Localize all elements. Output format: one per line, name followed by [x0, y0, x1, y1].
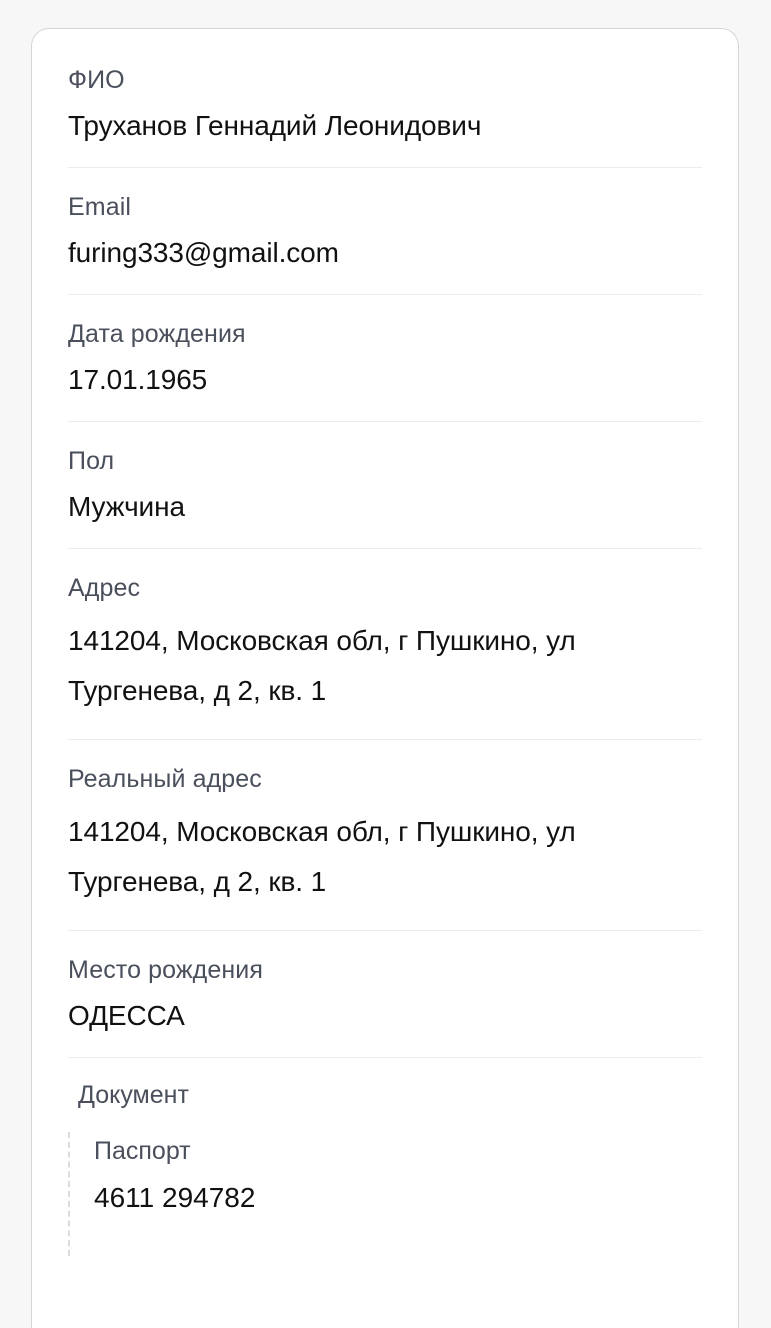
field-value: Труханов Геннадий Леонидович: [68, 110, 482, 141]
field-value: 17.01.1965: [68, 364, 208, 395]
field-label: Пол: [68, 447, 115, 475]
person-details-card: ФИО Труханов Геннадий Леонидович Email f…: [31, 28, 739, 1328]
field-label: Реальный адрес: [68, 765, 262, 793]
field-label: Адрес: [68, 574, 141, 602]
passport-label: Паспорт: [94, 1137, 191, 1165]
field-birth-date[interactable]: Дата рождения 17.01.1965: [68, 295, 702, 422]
document-group-label: Документ: [78, 1081, 189, 1109]
field-value: 141204, Московская обл, г Пушкино, ул Ту…: [68, 625, 576, 706]
field-birth-place[interactable]: Место рождения ОДЕССА: [68, 931, 702, 1058]
field-address[interactable]: Адрес 141204, Московская обл, г Пушкино,…: [68, 549, 702, 740]
field-value: furing333@gmail.com: [68, 237, 339, 268]
field-full-name[interactable]: ФИО Труханов Геннадий Леонидович: [68, 29, 702, 168]
field-email[interactable]: Email furing333@gmail.com: [68, 168, 702, 295]
field-real-address[interactable]: Реальный адрес 141204, Московская обл, г…: [68, 740, 702, 931]
passport-number: 4611 294782: [94, 1182, 256, 1213]
field-label: Email: [68, 193, 132, 221]
document-passport-block[interactable]: Паспорт 4611 294782: [68, 1132, 702, 1256]
field-label: ФИО: [68, 66, 125, 94]
field-label: Место рождения: [68, 956, 263, 984]
field-value: 141204, Московская обл, г Пушкино, ул Ту…: [68, 816, 576, 897]
field-label: Дата рождения: [68, 320, 246, 348]
field-document-group[interactable]: Документ Паспорт 4611 294782: [68, 1058, 702, 1256]
field-gender[interactable]: Пол Мужчина: [68, 422, 702, 549]
card-content: ФИО Труханов Геннадий Леонидович Email f…: [32, 29, 738, 1256]
field-value: ОДЕССА: [68, 1000, 185, 1031]
field-value: Мужчина: [68, 491, 185, 522]
